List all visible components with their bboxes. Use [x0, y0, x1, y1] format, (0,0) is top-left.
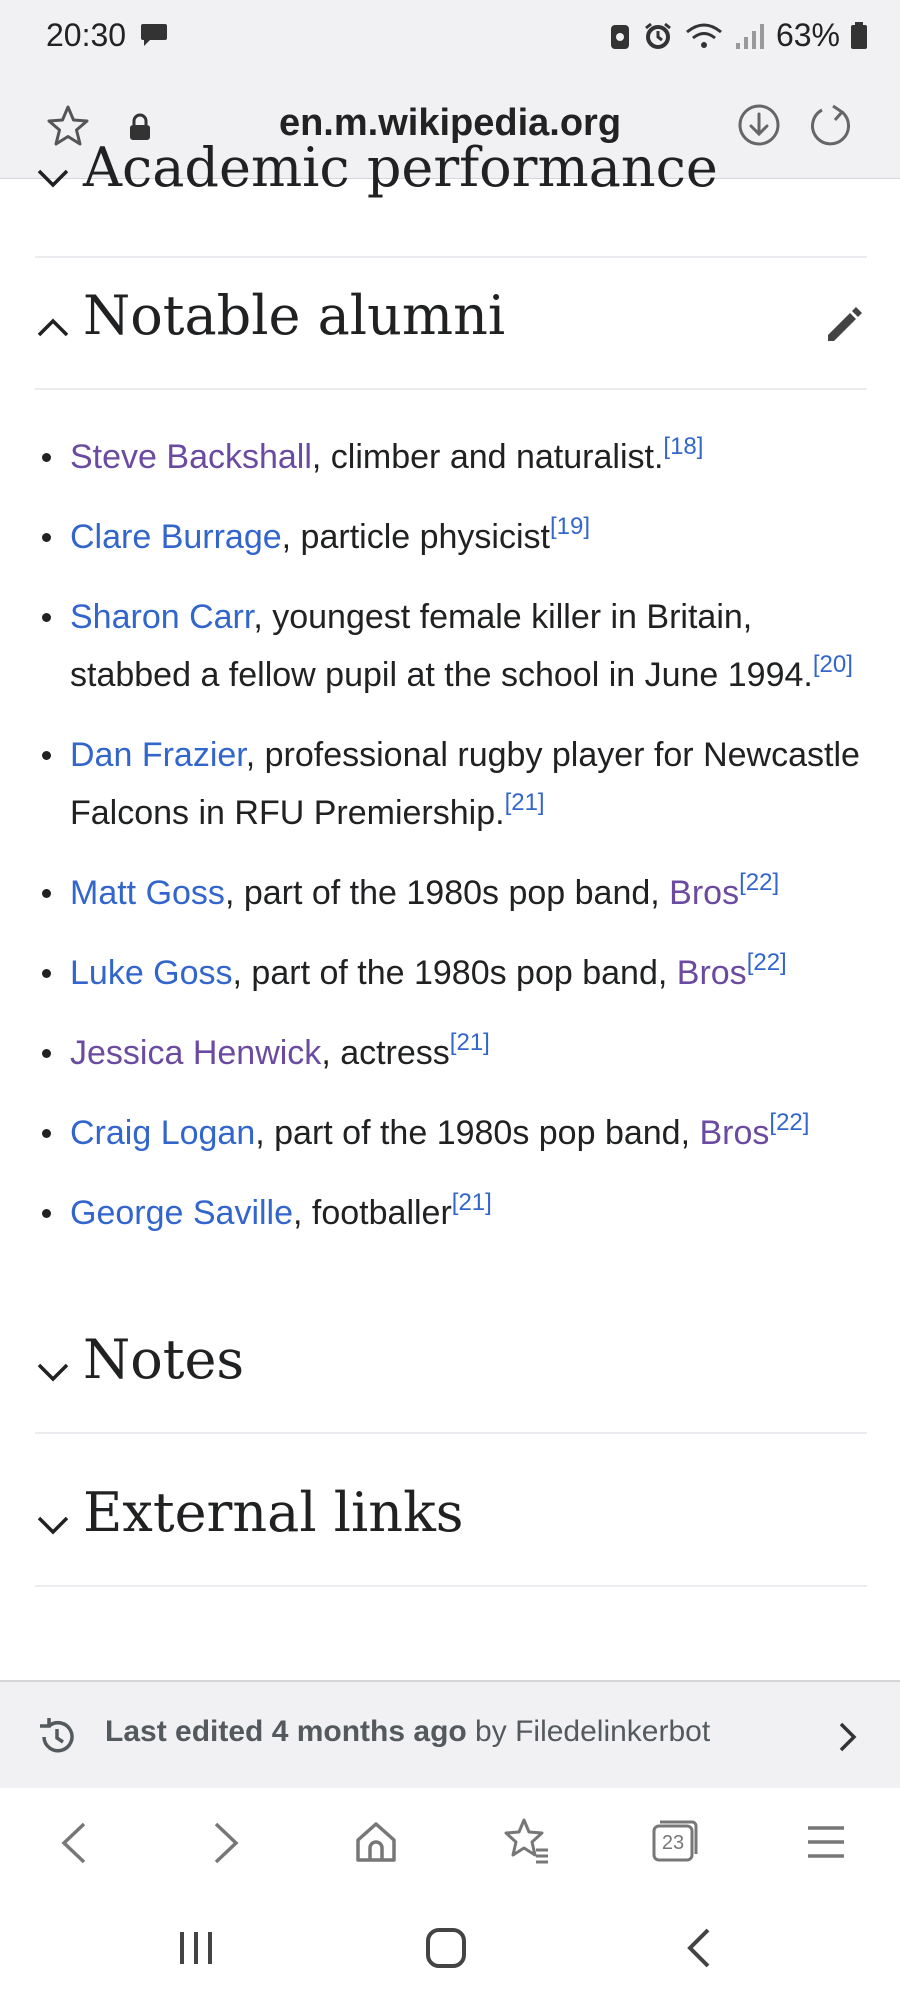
- alumni-desc: , particle physicist: [281, 518, 550, 556]
- alumni-link[interactable]: Clare Burrage: [70, 518, 282, 556]
- alumni-desc: , actress: [321, 1034, 450, 1072]
- edit-pencil-icon[interactable]: [823, 302, 867, 346]
- back-arrow-icon[interactable]: [56, 1820, 90, 1866]
- status-icons: 63%: [608, 17, 868, 54]
- chevron-right-icon: [839, 1722, 857, 1752]
- alumni-link[interactable]: Jessica Henwick: [70, 1034, 321, 1072]
- section-academic[interactable]: Academic performance: [35, 78, 867, 258]
- reference-link[interactable]: [22]: [769, 1109, 809, 1136]
- menu-icon[interactable]: [806, 1822, 846, 1862]
- list-item: Clare Burrage, particle physicist[19]: [35, 508, 875, 566]
- band-link[interactable]: Bros: [669, 874, 739, 912]
- lock-screen-icon: [610, 24, 629, 49]
- wifi-icon: [686, 23, 722, 48]
- list-item: Matt Goss, part of the 1980s pop band, B…: [35, 864, 875, 922]
- last-edited-text: Last edited 4 months ago by Filedelinker…: [105, 1715, 710, 1749]
- home-button-icon[interactable]: [424, 1926, 468, 1970]
- alumni-desc: , climber and naturalist.: [311, 438, 664, 476]
- last-edited-bar[interactable]: Last edited 4 months ago by Filedelinker…: [0, 1680, 900, 1790]
- alumni-link[interactable]: Matt Goss: [70, 874, 225, 912]
- chevron-down-icon: [37, 169, 69, 188]
- reference-link[interactable]: [21]: [505, 789, 545, 816]
- section-title-external: External links: [83, 1481, 464, 1544]
- chevron-up-icon: [37, 318, 69, 337]
- section-notes[interactable]: Notes: [35, 1300, 867, 1434]
- reference-link[interactable]: [19]: [550, 513, 590, 540]
- tabs-count: 23: [661, 1832, 685, 1854]
- reference-link[interactable]: [22]: [747, 949, 787, 976]
- band-link[interactable]: Bros: [677, 954, 747, 992]
- alumni-list: Steve Backshall, climber and naturalist.…: [35, 428, 875, 1264]
- list-item: Steve Backshall, climber and naturalist.…: [35, 428, 875, 486]
- alumni-link[interactable]: Sharon Carr: [70, 598, 253, 636]
- alumni-link[interactable]: Luke Goss: [70, 954, 233, 992]
- alumni-link[interactable]: Steve Backshall: [70, 438, 312, 476]
- status-time: 20:30: [46, 17, 127, 53]
- alumni-link[interactable]: Craig Logan: [70, 1114, 255, 1152]
- tabs-button[interactable]: 23: [650, 1818, 700, 1864]
- section-title-alumni: Notable alumni: [83, 284, 506, 347]
- history-icon: [40, 1718, 74, 1753]
- alumni-desc: , part of the 1980s pop band,: [232, 954, 677, 992]
- reference-link[interactable]: [21]: [452, 1189, 492, 1216]
- bookmarks-star-icon[interactable]: [502, 1816, 552, 1866]
- browser-bottom-nav: 23: [0, 1788, 900, 1898]
- battery-percent: 63%: [775, 17, 840, 53]
- section-external-links[interactable]: External links: [35, 1453, 867, 1587]
- last-edited-label: Last edited 4 months ago: [105, 1715, 467, 1748]
- alumni-desc: , part of the 1980s pop band,: [255, 1114, 700, 1152]
- section-alumni[interactable]: Notable alumni: [35, 256, 867, 390]
- list-item: Luke Goss, part of the 1980s pop band, B…: [35, 944, 875, 1002]
- chevron-down-icon: [37, 1516, 69, 1535]
- system-nav-bar: [0, 1898, 900, 2000]
- message-icon: [141, 24, 167, 46]
- list-item: Dan Frazier, professional rugby player f…: [35, 726, 875, 842]
- section-title-academic: Academic performance: [83, 136, 718, 199]
- system-back-icon[interactable]: [684, 1926, 714, 1970]
- chevron-down-icon: [37, 1363, 69, 1382]
- alarm-icon: [645, 22, 671, 49]
- reference-link[interactable]: [20]: [813, 651, 853, 678]
- reference-link[interactable]: [22]: [739, 869, 779, 896]
- forward-arrow-icon[interactable]: [210, 1820, 244, 1866]
- alumni-desc: , part of the 1980s pop band,: [224, 874, 670, 912]
- section-title-notes: Notes: [83, 1328, 245, 1391]
- reference-link[interactable]: [18]: [663, 433, 703, 460]
- list-item: George Saville, footballer[21]: [35, 1184, 875, 1242]
- list-item: Craig Logan, part of the 1980s pop band,…: [35, 1104, 875, 1162]
- list-item: Sharon Carr, youngest female killer in B…: [35, 588, 875, 704]
- alumni-link[interactable]: George Saville: [70, 1194, 293, 1232]
- band-link[interactable]: Bros: [699, 1114, 769, 1152]
- signal-icon: [735, 23, 764, 49]
- recents-icon[interactable]: [176, 1928, 216, 1968]
- alumni-link[interactable]: Dan Frazier: [70, 736, 246, 774]
- battery-icon: [851, 21, 867, 49]
- home-icon[interactable]: [352, 1818, 400, 1866]
- alumni-desc: , footballer: [293, 1194, 452, 1232]
- list-item: Jessica Henwick, actress[21]: [35, 1024, 875, 1082]
- status-bar: 20:30 63%: [0, 0, 900, 72]
- reference-link[interactable]: [21]: [450, 1029, 490, 1056]
- last-edited-by: by Filedelinkerbot: [466, 1715, 711, 1748]
